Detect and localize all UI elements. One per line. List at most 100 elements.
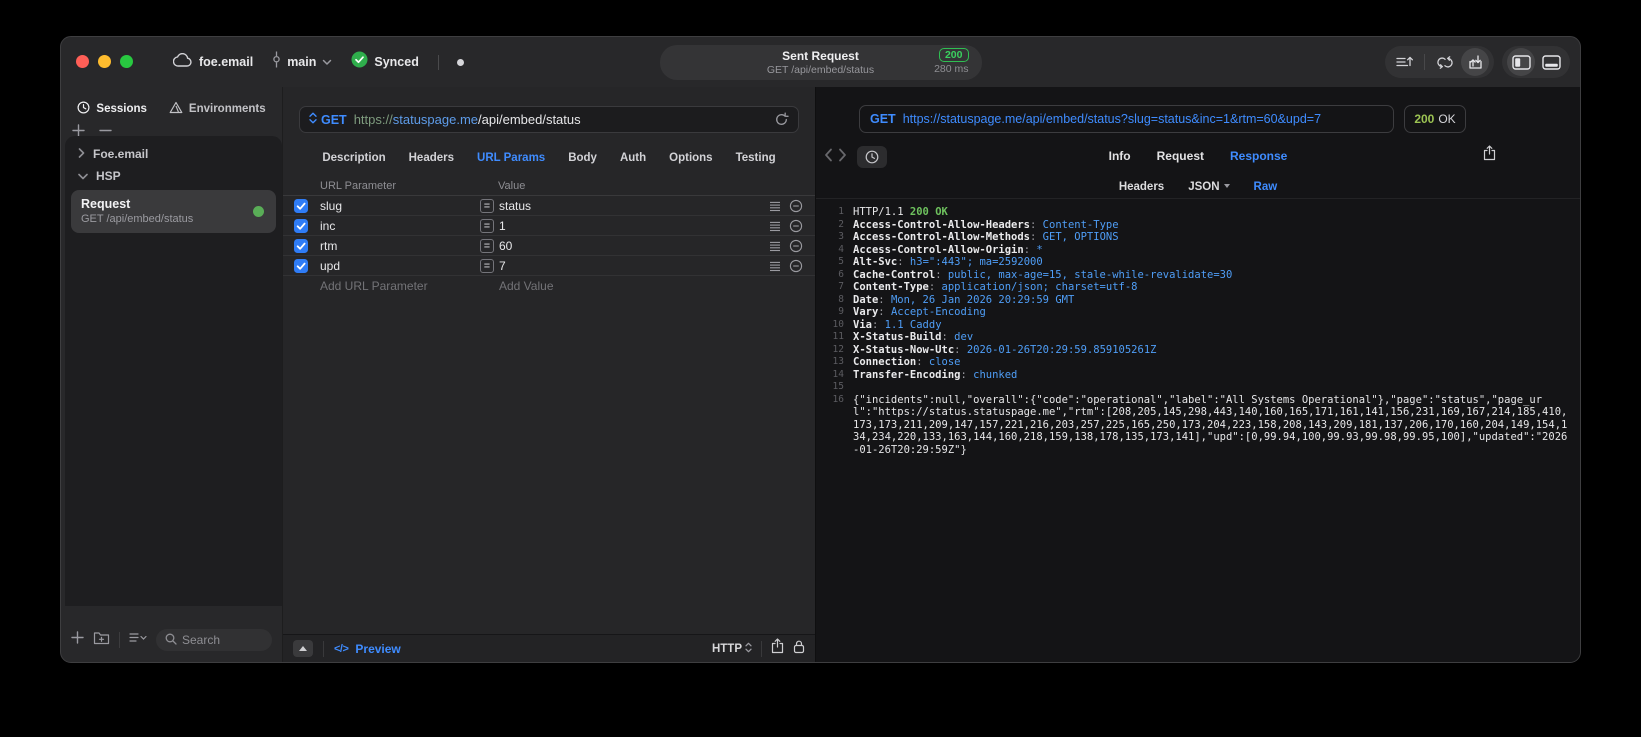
- raw-response-view[interactable]: 1 HTTP/1.1 200 OK 2 Access-Control-Allow-He…: [816, 199, 1580, 662]
- subtab-json[interactable]: JSON: [1188, 181, 1229, 193]
- resend-request-icon[interactable]: [774, 112, 789, 127]
- branch-icon: [272, 51, 281, 73]
- tab-options[interactable]: Options: [669, 152, 712, 164]
- response-segment: public, max-age=15, stale-while-revalida…: [947, 268, 1233, 281]
- collapse-panel-button[interactable]: [293, 640, 313, 657]
- response-segment: :: [941, 331, 955, 343]
- request-duration: 280 ms: [934, 63, 969, 75]
- param-name[interactable]: slug: [320, 196, 342, 216]
- toggle-bottom-panel-icon[interactable]: [1537, 48, 1565, 76]
- add-request-icon[interactable]: [71, 631, 84, 649]
- reorder-handle-icon[interactable]: [769, 221, 781, 232]
- line-content: {"incidents":null,"overall":{"code":"ope…: [853, 394, 1572, 457]
- param-name[interactable]: inc: [320, 216, 335, 236]
- method-selector[interactable]: GET: [309, 112, 347, 127]
- sort-filter-icon[interactable]: [129, 631, 147, 649]
- line-content: X-Status-Now-Utc: 2026-01-26T20:29:59.85…: [853, 344, 1572, 357]
- zoom-window-button[interactable]: [120, 55, 133, 68]
- tab-auth[interactable]: Auth: [620, 152, 646, 164]
- subtab-raw[interactable]: Raw: [1254, 181, 1278, 193]
- tab-body[interactable]: Body: [568, 152, 597, 164]
- tab-response[interactable]: Response: [1230, 149, 1287, 163]
- subtab-headers[interactable]: Headers: [1119, 181, 1164, 193]
- tab-info[interactable]: Info: [1109, 149, 1131, 163]
- line-number: 14: [832, 368, 844, 380]
- response-nav-row: Info Request Response: [816, 141, 1580, 175]
- param-row-actions: [769, 256, 803, 276]
- toolbar-divider: [119, 632, 120, 648]
- param-value[interactable]: status: [499, 196, 531, 216]
- tab-description[interactable]: Description: [322, 152, 385, 164]
- request-list-item-selected[interactable]: Request GET /api/embed/status: [71, 190, 276, 233]
- param-checkbox[interactable]: [294, 259, 308, 273]
- tab-environments[interactable]: Environments: [169, 101, 266, 117]
- tab-testing[interactable]: Testing: [736, 152, 776, 164]
- search-input[interactable]: Search: [156, 629, 272, 651]
- sent-request-url-box[interactable]: GET https://statuspage.me/api/embed/stat…: [859, 105, 1394, 133]
- remove-param-icon[interactable]: [789, 199, 803, 213]
- request-item-subtitle: GET /api/embed/status: [81, 213, 194, 225]
- reorder-handle-icon[interactable]: [769, 261, 781, 272]
- request-url[interactable]: https://statuspage.me/api/embed/status: [354, 112, 581, 127]
- sidebar: Sessions Environments Foe.email HSP Requ…: [61, 87, 282, 662]
- reorder-handle-icon[interactable]: [769, 241, 781, 252]
- line-number: 6: [838, 268, 844, 280]
- minimize-window-button[interactable]: [98, 55, 111, 68]
- equals-icon: =: [480, 199, 494, 213]
- remove-param-icon[interactable]: [789, 259, 803, 273]
- param-row: rtm = 60: [283, 236, 815, 256]
- url-bar[interactable]: GET https://statuspage.me/api/embed/stat…: [299, 106, 799, 133]
- merge-loops-icon[interactable]: [1431, 48, 1459, 76]
- tab-sessions[interactable]: Sessions: [77, 101, 147, 117]
- reorder-handle-icon[interactable]: [769, 201, 781, 212]
- param-checkbox[interactable]: [294, 219, 308, 233]
- param-value[interactable]: 1: [499, 216, 506, 236]
- column-header-value: Value: [498, 180, 526, 192]
- line-number: 13: [832, 356, 844, 367]
- param-value[interactable]: 7: [499, 256, 506, 276]
- toggle-left-sidebar-icon[interactable]: [1507, 48, 1535, 76]
- remove-param-icon[interactable]: [789, 219, 803, 233]
- param-name[interactable]: rtm: [320, 236, 337, 256]
- sync-status[interactable]: Synced: [351, 51, 419, 73]
- footer-divider: [323, 640, 324, 657]
- project-name[interactable]: foe.email: [199, 55, 253, 69]
- add-folder-icon[interactable]: [93, 631, 110, 650]
- tab-url-params[interactable]: URL Params: [477, 152, 545, 164]
- column-header-parameter: URL Parameter: [320, 180, 397, 192]
- close-window-button[interactable]: [76, 55, 89, 68]
- remove-param-icon[interactable]: [789, 239, 803, 253]
- share-icon[interactable]: [771, 638, 784, 659]
- preview-button[interactable]: </> Preview: [334, 642, 401, 656]
- branch-selector[interactable]: main: [272, 51, 332, 73]
- add-param-row[interactable]: Add URL Parameter Add Value: [283, 276, 815, 296]
- line-content: Connection: close: [853, 356, 1572, 369]
- line-content: HTTP/1.1 200 OK: [853, 206, 1572, 219]
- import-request-icon[interactable]: [1461, 48, 1489, 76]
- line-content: X-Status-Build: dev: [853, 331, 1572, 344]
- sent-method-label: GET: [870, 112, 896, 126]
- param-value[interactable]: 60: [499, 236, 512, 256]
- tree-group-foe-email[interactable]: Foe.email: [65, 143, 282, 165]
- line-number: 12: [832, 343, 844, 355]
- param-checkbox[interactable]: [294, 239, 308, 253]
- response-line: 14 Transfer-Encoding: chunked: [824, 369, 1572, 382]
- line-content: Vary: Accept-Encoding: [853, 306, 1572, 319]
- unsynced-indicator-dot: [456, 58, 464, 66]
- export-lines-icon[interactable]: [1390, 48, 1418, 76]
- tab-headers[interactable]: Headers: [409, 152, 454, 164]
- param-name[interactable]: upd: [320, 256, 340, 276]
- chevron-right-icon: [78, 147, 85, 161]
- param-checkbox[interactable]: [294, 199, 308, 213]
- tab-request[interactable]: Request: [1157, 149, 1204, 163]
- triangle-up-icon: [299, 646, 307, 651]
- protocol-selector[interactable]: HTTP: [712, 642, 752, 656]
- footer-divider: [761, 640, 762, 657]
- lock-icon[interactable]: [793, 639, 805, 659]
- add-value-placeholder[interactable]: Add Value: [499, 276, 554, 296]
- export-response-icon[interactable]: [1483, 145, 1496, 166]
- response-line: 16 {"incidents":null,"overall":{"code":"o…: [824, 394, 1572, 457]
- tree-group-hsp[interactable]: HSP: [65, 165, 282, 187]
- add-parameter-placeholder[interactable]: Add URL Parameter: [320, 276, 428, 296]
- request-summary-pill[interactable]: Sent Request GET /api/embed/status 200 2…: [659, 45, 982, 80]
